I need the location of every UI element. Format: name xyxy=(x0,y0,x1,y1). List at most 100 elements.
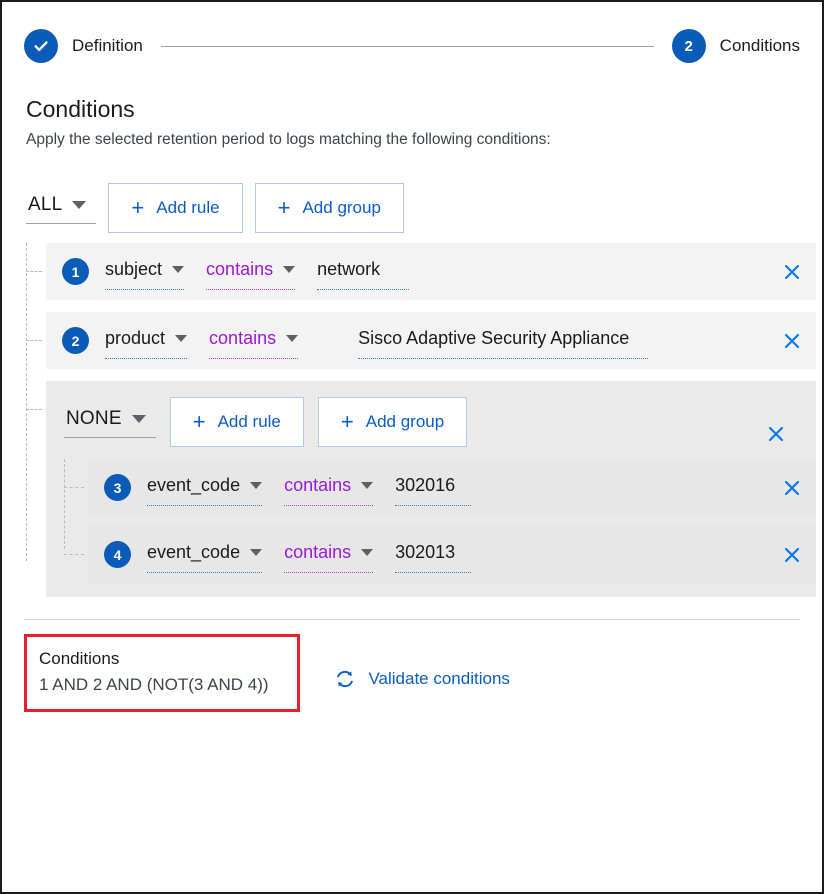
value-underline xyxy=(395,572,472,573)
nested-combinator-value: NONE xyxy=(66,408,122,429)
remove-rule-button[interactable] xyxy=(768,545,816,565)
chevron-down-icon xyxy=(250,549,263,556)
footer-divider xyxy=(24,619,800,620)
rule-operator-value: contains xyxy=(206,259,274,279)
conditions-summary-expression: 1 AND 2 AND (NOT(3 AND 4)) xyxy=(39,675,269,694)
nested-group-wrapper: NONE + Add rule + Add group 3 event_code… xyxy=(26,381,816,597)
refresh-icon xyxy=(337,670,354,688)
chevron-down-icon xyxy=(250,482,263,489)
remove-group-button[interactable] xyxy=(766,424,786,449)
chevron-down-icon xyxy=(72,201,87,209)
validate-conditions-button[interactable]: Validate conditions xyxy=(334,668,510,690)
rule-operator-value: contains xyxy=(284,542,352,562)
validate-conditions-label: Validate conditions xyxy=(368,669,510,688)
nested-group-children: 3 event_code contains 302016 4 event_cod… xyxy=(64,459,816,583)
close-icon xyxy=(784,333,800,348)
field-underline xyxy=(147,572,263,573)
rule-field-select[interactable]: event_code xyxy=(147,475,263,506)
rule-wrapper: 2 product contains Sisco Adaptive Securi… xyxy=(26,312,816,369)
chevron-down-icon xyxy=(283,266,296,273)
step-definition-label: Definition xyxy=(72,36,143,55)
rule-number-badge: 4 xyxy=(104,541,131,568)
rule-operator-select[interactable]: contains xyxy=(284,475,374,506)
rule-value-input[interactable]: Sisco Adaptive Security Appliance xyxy=(358,328,649,359)
operator-underline xyxy=(206,289,296,290)
remove-rule-button[interactable] xyxy=(768,262,816,282)
rule-field-value: event_code xyxy=(147,475,241,495)
rule-value-input[interactable]: network xyxy=(317,259,410,290)
value-underline xyxy=(358,358,649,359)
step-conditions-circle: 2 xyxy=(671,29,706,63)
remove-rule-button[interactable] xyxy=(768,478,816,498)
value-underline xyxy=(395,505,472,506)
step-definition-circle xyxy=(24,29,58,63)
nested-group-header: NONE + Add rule + Add group xyxy=(64,397,816,447)
chevron-down-icon xyxy=(361,482,374,489)
rule-value-text: 302016 xyxy=(395,475,456,495)
value-underline xyxy=(317,289,410,290)
rule-number-badge: 3 xyxy=(104,474,131,501)
root-add-rule-button[interactable]: + Add rule xyxy=(108,183,243,233)
table-row: 4 event_code contains 302013 xyxy=(88,526,816,583)
root-add-group-label: Add group xyxy=(302,198,381,217)
rule-field-value: event_code xyxy=(147,542,241,562)
root-group-header: ALL + Add rule + Add group xyxy=(26,183,816,233)
close-icon xyxy=(768,426,784,442)
nested-add-group-button[interactable]: + Add group xyxy=(317,397,468,447)
nested-add-rule-button[interactable]: + Add rule xyxy=(169,397,304,447)
chevron-down-icon xyxy=(361,549,374,556)
nested-add-group-label: Add group xyxy=(365,412,445,431)
rule-field-select[interactable]: event_code xyxy=(147,542,263,573)
conditions-summary-title: Conditions xyxy=(39,649,120,668)
rule-field-select[interactable]: product xyxy=(105,328,188,359)
field-underline xyxy=(147,505,263,506)
chevron-down-icon xyxy=(286,335,299,342)
rule-wrapper: 1 subject contains network xyxy=(26,243,816,300)
page-description: Apply the selected retention period to l… xyxy=(26,131,551,148)
rule-value-input[interactable]: 302013 xyxy=(395,542,472,573)
remove-rule-button[interactable] xyxy=(768,331,816,351)
rule-field-value: product xyxy=(105,328,166,348)
rule-value-text: network xyxy=(317,259,381,279)
root-add-group-button[interactable]: + Add group xyxy=(254,183,404,233)
operator-underline xyxy=(284,505,374,506)
step-conditions[interactable]: 2 Conditions xyxy=(671,29,800,63)
step-conditions-label: Conditions xyxy=(719,36,800,55)
field-underline xyxy=(105,358,188,359)
query-builder: ALL + Add rule + Add group 1 subject con… xyxy=(2,183,822,597)
plus-icon: + xyxy=(131,195,145,220)
rule-operator-value: contains xyxy=(209,328,277,348)
root-add-rule-label: Add rule xyxy=(156,198,220,217)
wizard-stepper: Definition 2 Conditions xyxy=(2,2,822,68)
nested-combinator-select[interactable]: NONE xyxy=(64,406,156,438)
plus-icon: + xyxy=(192,409,206,434)
operator-underline xyxy=(209,358,299,359)
field-underline xyxy=(105,289,185,290)
root-combinator-select[interactable]: ALL xyxy=(26,192,97,224)
chevron-down-icon xyxy=(172,266,185,273)
rule-number-badge: 2 xyxy=(62,327,89,354)
rule-operator-select[interactable]: contains xyxy=(284,542,374,573)
root-group-children: 1 subject contains network 2 product con… xyxy=(26,243,816,597)
rule-value-text: 302013 xyxy=(395,542,456,562)
wizard-page: Definition 2 Conditions Conditions Apply… xyxy=(0,0,824,894)
plus-icon: + xyxy=(277,195,291,220)
nested-add-rule-label: Add rule xyxy=(217,412,281,431)
rule-wrapper: 3 event_code contains 302016 xyxy=(64,459,816,516)
rule-operator-select[interactable]: contains xyxy=(206,259,296,290)
step-definition[interactable]: Definition xyxy=(24,29,143,63)
table-row: 3 event_code contains 302016 xyxy=(88,459,816,516)
table-row: 2 product contains Sisco Adaptive Securi… xyxy=(46,312,816,369)
stepper-connector xyxy=(160,45,654,47)
step-conditions-number: 2 xyxy=(684,37,693,55)
chevron-down-icon xyxy=(175,335,188,342)
rule-value-input[interactable]: 302016 xyxy=(395,475,472,506)
rule-field-select[interactable]: subject xyxy=(105,259,185,290)
rule-operator-select[interactable]: contains xyxy=(209,328,299,359)
chevron-down-icon xyxy=(131,415,146,423)
nested-group: NONE + Add rule + Add group 3 event_code… xyxy=(46,381,816,597)
rule-number-badge: 1 xyxy=(62,258,89,285)
rule-field-value: subject xyxy=(105,259,163,279)
check-icon xyxy=(34,41,48,52)
root-combinator-value: ALL xyxy=(28,194,63,215)
